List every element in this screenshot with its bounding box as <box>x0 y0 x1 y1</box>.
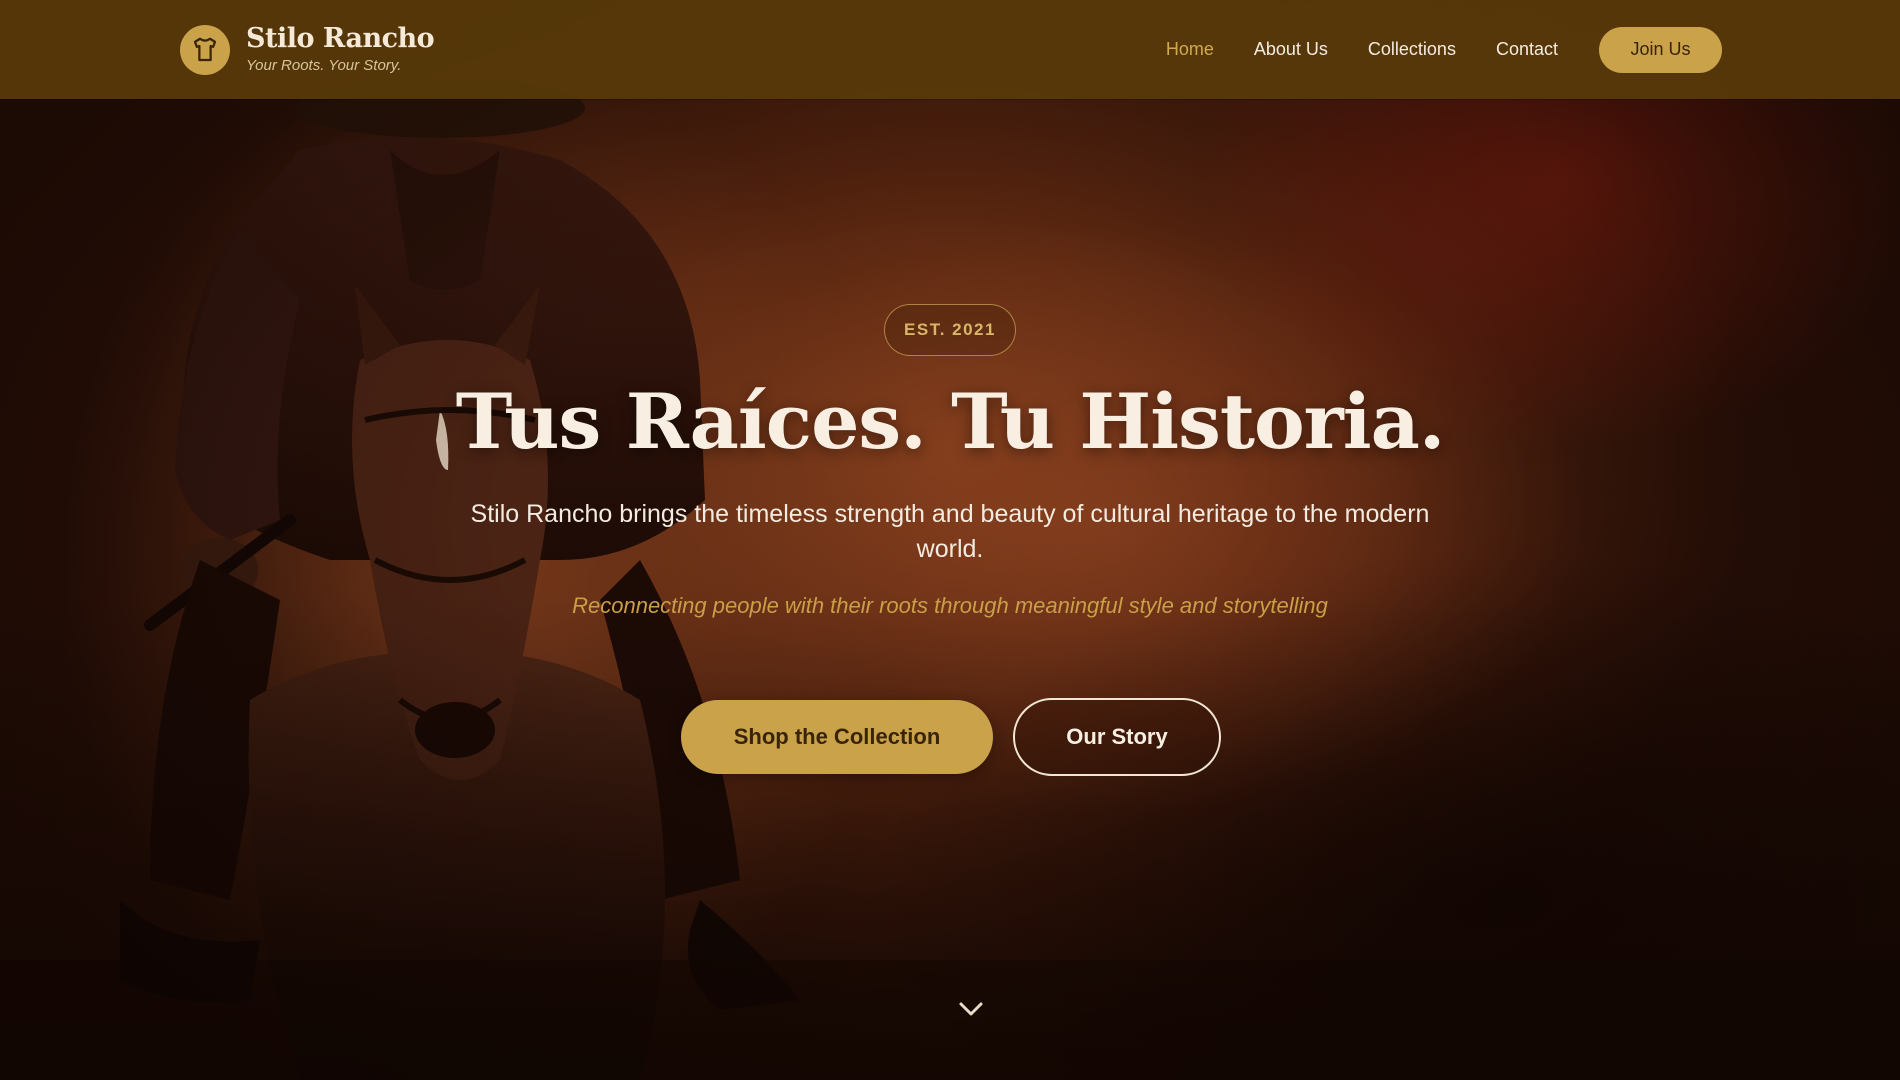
join-us-button[interactable]: Join Us <box>1599 26 1722 73</box>
nav-menu: Home About Us Collections Contact Join U… <box>1126 0 1722 99</box>
shop-collection-button[interactable]: Shop the Collection <box>681 700 993 774</box>
brand-name: Stilo Rancho <box>246 23 435 54</box>
shirt-icon <box>180 25 230 75</box>
chevron-down-icon[interactable] <box>956 994 986 1024</box>
nav-item-collections[interactable]: Collections <box>1368 39 1456 60</box>
hero-subtitle: Stilo Rancho brings the timeless strengt… <box>470 500 1430 563</box>
hero-headline: Tus Raíces. Tu Historia. <box>455 377 1446 466</box>
established-badge: EST. 2021 <box>884 304 1016 356</box>
navbar: Stilo Rancho Your Roots. Your Story. Hom… <box>0 0 1900 99</box>
nav-item-about-us[interactable]: About Us <box>1254 39 1328 60</box>
brand-text: Stilo Rancho Your Roots. Your Story. <box>246 23 435 76</box>
hero-tagline: Reconnecting people with their roots thr… <box>572 593 1328 618</box>
brand-tagline: Your Roots. Your Story. <box>246 57 402 74</box>
nav-item-contact[interactable]: Contact <box>1496 39 1558 60</box>
nav-item-home[interactable]: Home <box>1166 39 1214 60</box>
our-story-button[interactable]: Our Story <box>1013 698 1221 776</box>
brand-link[interactable]: Stilo Rancho Your Roots. Your Story. <box>180 23 435 76</box>
